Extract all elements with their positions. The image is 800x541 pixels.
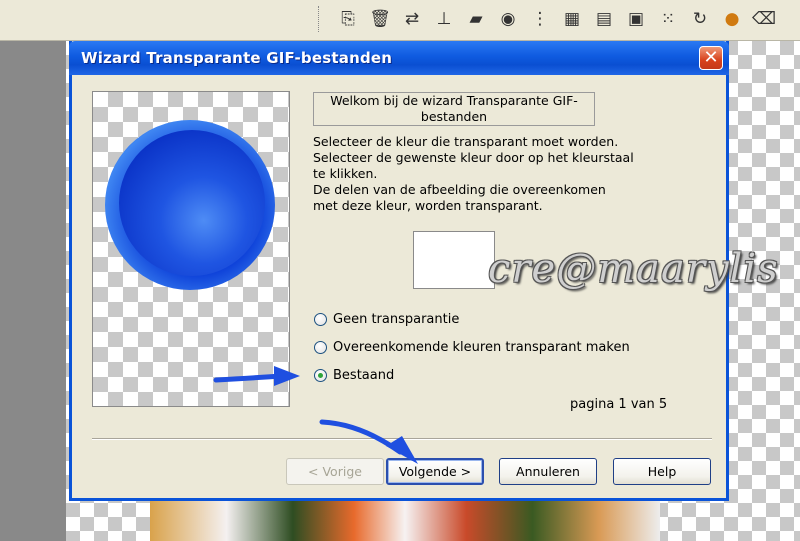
dialog-title: Wizard Transparante GIF-bestanden xyxy=(81,49,393,67)
watermark: cre@maarylis xyxy=(488,246,779,292)
printer-icon[interactable]: ▤ xyxy=(592,7,616,31)
copy-icon[interactable]: ⎘ xyxy=(336,7,360,31)
clear-icon[interactable]: ⌫ xyxy=(752,7,776,31)
color-swatch[interactable] xyxy=(413,231,495,289)
option-label: Bestaand xyxy=(333,367,395,383)
background-photo xyxy=(150,500,660,541)
instructions-text: Selecteer de kleur die transparant moet … xyxy=(313,134,634,213)
folder-open-icon[interactable]: ▰ xyxy=(464,7,488,31)
toolbar-grip xyxy=(318,6,322,32)
workspace-left xyxy=(0,41,66,541)
arrow-pointer-icon xyxy=(319,419,418,464)
radio-button-checked[interactable] xyxy=(314,368,327,382)
page-indicator: pagina 1 van 5 xyxy=(570,397,668,412)
tree-icon[interactable]: ⋮ xyxy=(528,7,552,31)
refresh-icon[interactable]: ↻ xyxy=(688,7,712,31)
help-button[interactable]: Help xyxy=(613,458,711,485)
radio-button[interactable] xyxy=(314,340,327,354)
color-icon[interactable]: ● xyxy=(720,7,744,31)
grid-small-icon[interactable]: ⁙ xyxy=(656,7,680,31)
option-geen-transparantie[interactable]: Geen transparantie xyxy=(314,309,459,329)
stamp-icon[interactable]: ⊥ xyxy=(432,7,456,31)
close-button[interactable]: ✕ xyxy=(699,46,723,70)
radio-button[interactable] xyxy=(314,312,327,326)
title-bar[interactable]: Wizard Transparante GIF-bestanden ✕ xyxy=(69,41,729,75)
grid-icon[interactable]: ▦ xyxy=(560,7,584,31)
crop-icon[interactable]: ▣ xyxy=(624,7,648,31)
arrow-pointer-icon xyxy=(213,366,300,386)
preview-sphere xyxy=(105,120,275,290)
trash-icon[interactable]: 🗑 xyxy=(368,7,392,31)
binoculars-icon[interactable]: ◉ xyxy=(496,7,520,31)
image-preview xyxy=(92,91,290,407)
option-label: Geen transparantie xyxy=(333,311,460,327)
option-overeenkomende-kleuren[interactable]: Overeenkomende kleuren transparant maken xyxy=(314,337,630,357)
app-toolbar: ⎘ 🗑 ⇄ ⊥ ▰ ◉ ⋮ ▦ ▤ ▣ ⁙ ↻ ● ⌫ xyxy=(0,0,800,41)
option-label: Overeenkomende kleuren transparant maken xyxy=(333,339,630,355)
move-icon[interactable]: ⇄ xyxy=(400,7,424,31)
close-icon: ✕ xyxy=(703,47,719,68)
option-bestaand[interactable]: Bestaand xyxy=(314,365,394,385)
welcome-message: Welkom bij de wizard Transparante GIF-be… xyxy=(313,92,595,126)
cancel-button[interactable]: Annuleren xyxy=(499,458,597,485)
